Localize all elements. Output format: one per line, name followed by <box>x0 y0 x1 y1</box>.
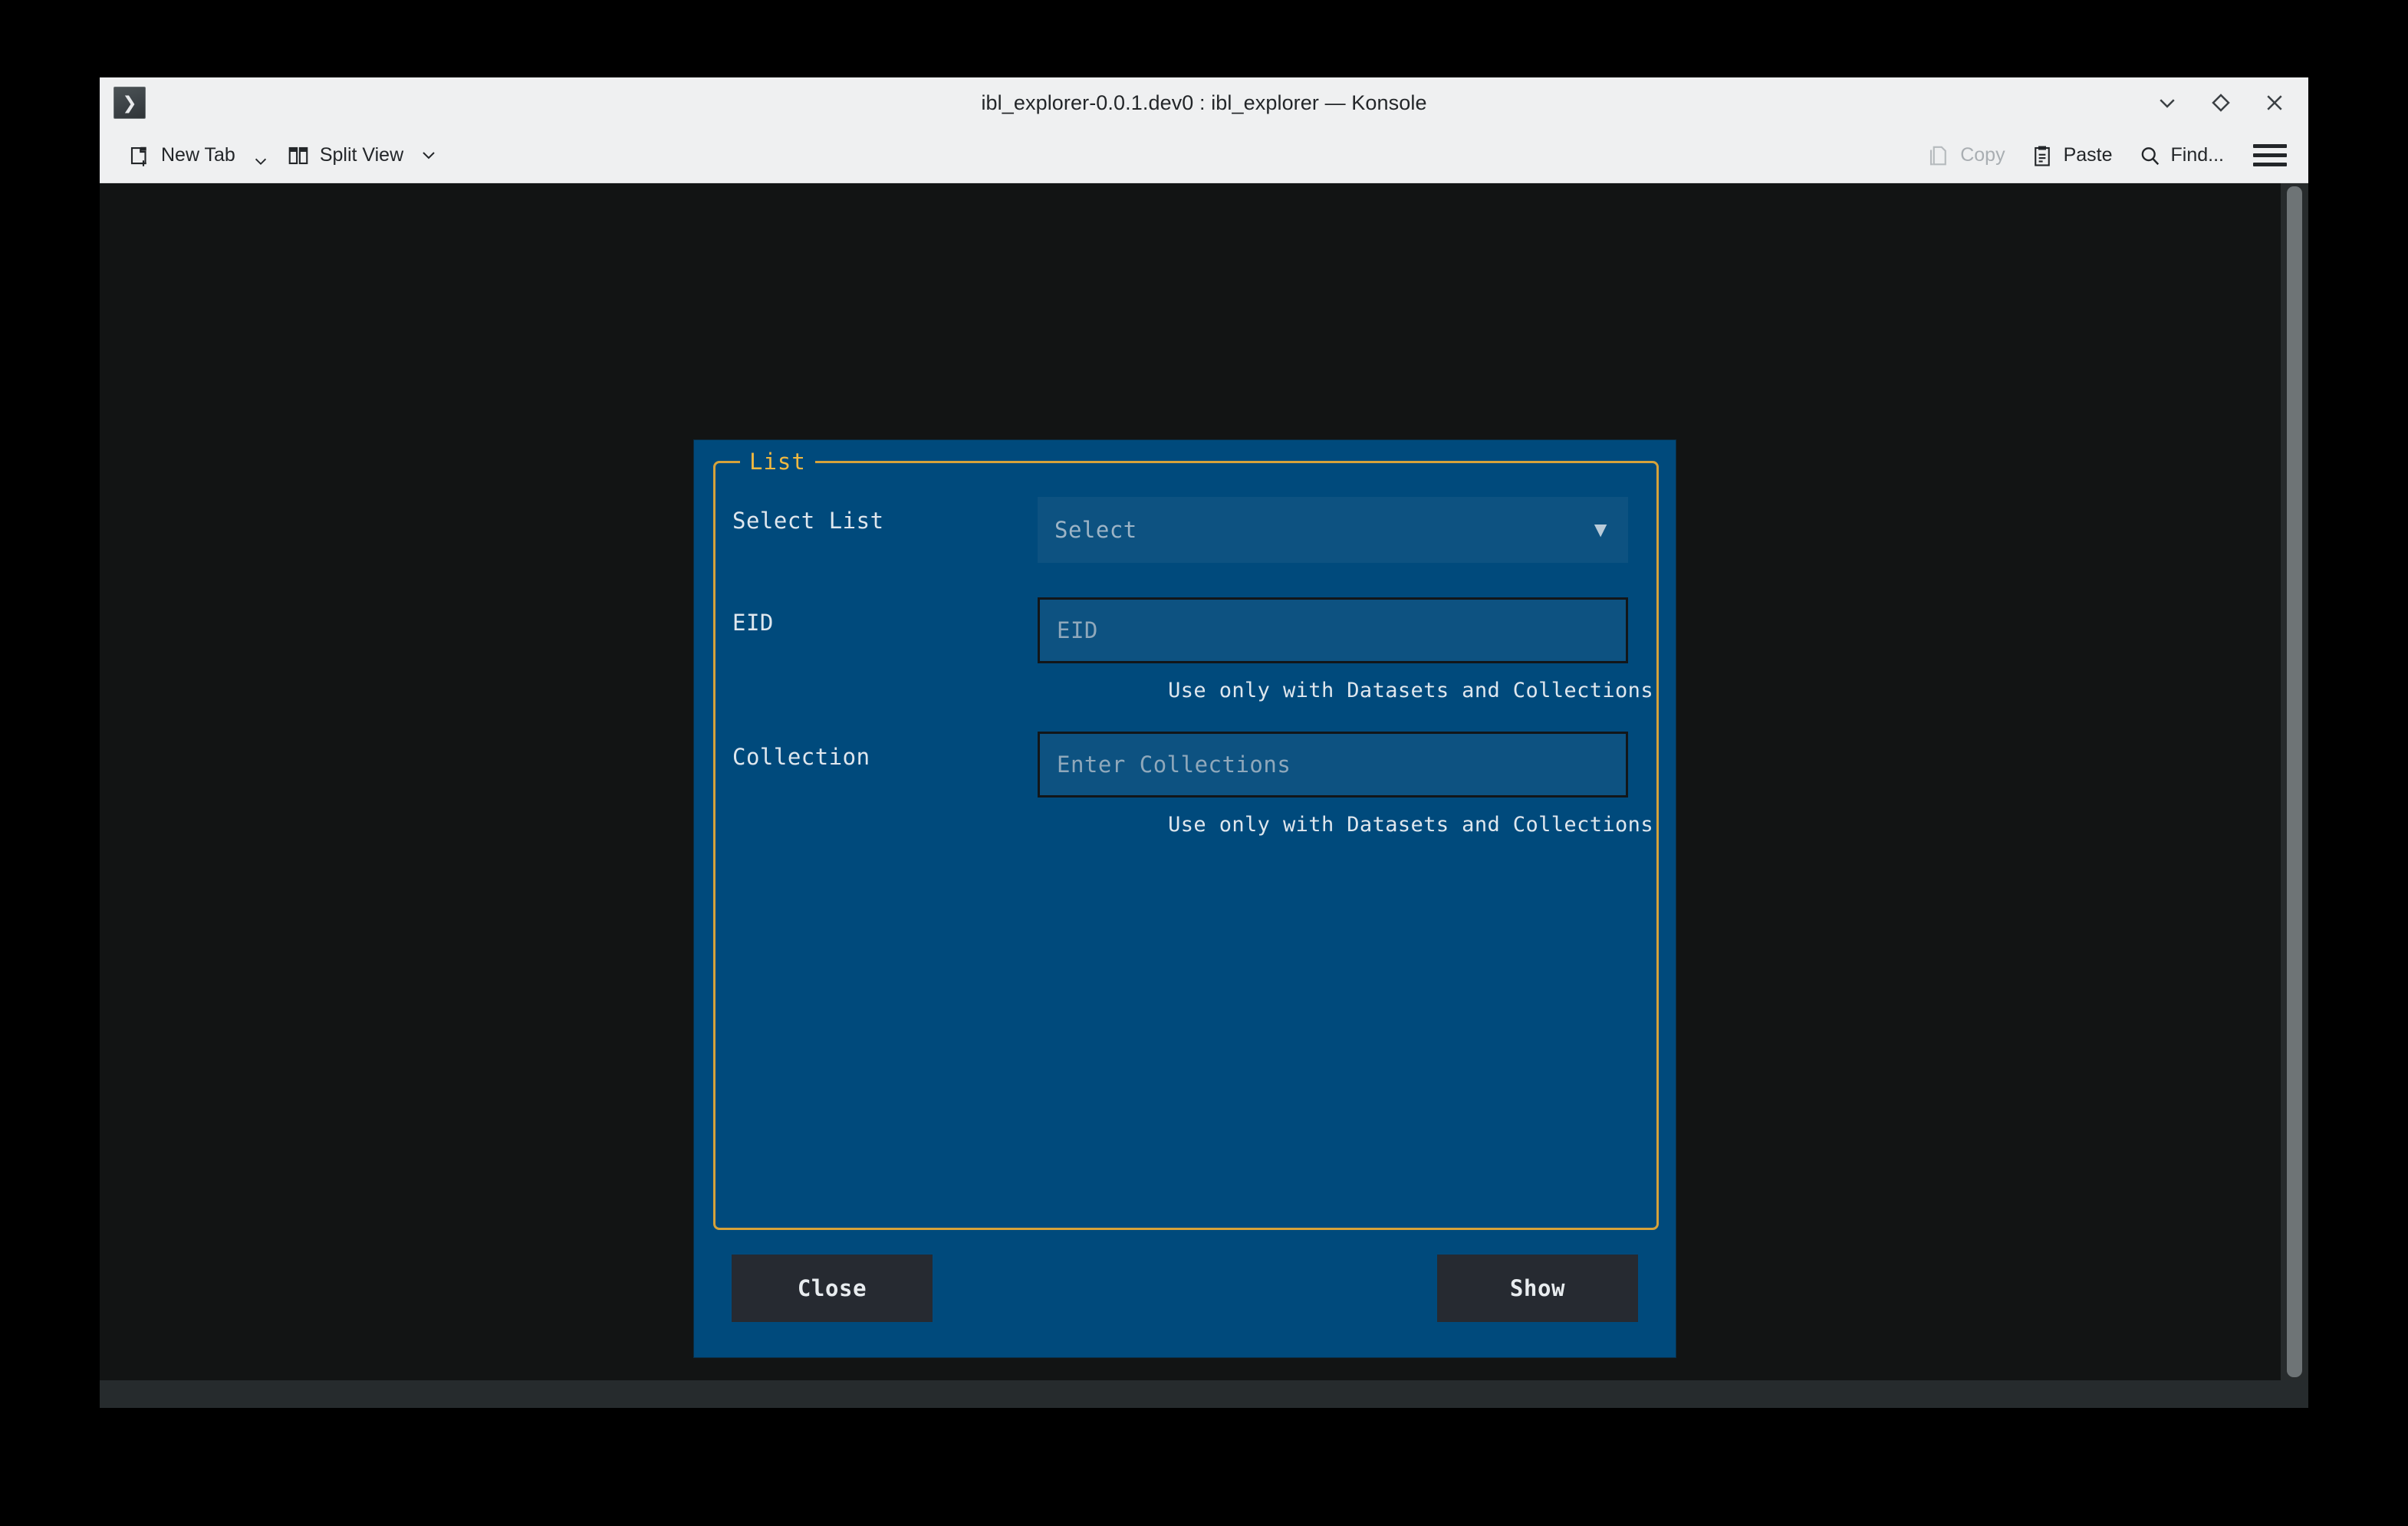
dialog-show-button[interactable]: Show <box>1437 1255 1638 1322</box>
collection-input[interactable]: Enter Collections <box>1038 732 1628 798</box>
list-groupbox: List Select List Select ▼ EID EID Use on… <box>713 446 1659 1230</box>
toolbar-right-group: Copy Paste Find... <box>1916 136 2291 174</box>
window-footer <box>100 1380 2308 1408</box>
select-list-combobox[interactable]: Select ▼ <box>1038 497 1628 563</box>
eid-input[interactable]: EID <box>1038 597 1628 663</box>
paste-button[interactable]: Paste <box>2019 137 2123 174</box>
eid-placeholder: EID <box>1057 617 1098 643</box>
new-tab-button[interactable]: New Tab <box>117 137 246 174</box>
dialog-close-button[interactable]: Close <box>732 1255 933 1322</box>
chevron-down-icon: ▼ <box>1590 518 1611 541</box>
hamburger-bar <box>2253 153 2287 157</box>
chevron-down-icon <box>423 151 435 159</box>
split-view-label: Split View <box>319 144 404 166</box>
copy-button[interactable]: Copy <box>1916 137 2015 174</box>
find-label: Find... <box>2170 144 2224 166</box>
find-button[interactable]: Find... <box>2127 137 2235 174</box>
minimize-button[interactable] <box>2152 87 2183 118</box>
chevron-down-icon <box>255 158 266 165</box>
toolbar-left-group: New Tab Split View <box>117 137 439 174</box>
hamburger-bar <box>2253 163 2287 166</box>
groupbox-title: List <box>740 446 815 478</box>
hamburger-menu-icon[interactable] <box>2248 136 2291 174</box>
list-dialog: List Select List Select ▼ EID EID Use on… <box>694 440 1676 1357</box>
main-toolbar: New Tab Split View Copy Paste Find... <box>100 128 2308 183</box>
window-controls <box>2152 77 2290 128</box>
split-view-icon <box>286 143 311 168</box>
window-title: ibl_explorer-0.0.1.dev0 : ibl_explorer —… <box>981 90 1427 114</box>
new-tab-label: New Tab <box>161 144 235 166</box>
collection-hint: Use only with Datasets and Collections <box>1168 813 1653 837</box>
collection-placeholder: Enter Collections <box>1057 751 1291 778</box>
collection-label: Collection <box>732 744 870 770</box>
scrollbar-thumb[interactable] <box>2287 186 2302 1377</box>
terminal-scrollbar[interactable] <box>2281 183 2308 1380</box>
window-titlebar: ❯ ibl_explorer-0.0.1.dev0 : ibl_explorer… <box>100 77 2308 128</box>
eid-hint: Use only with Datasets and Collections <box>1168 679 1653 702</box>
select-list-row: Select List Select ▼ <box>715 497 1656 597</box>
terminal-prompt-button[interactable]: ❯ <box>113 87 146 119</box>
collection-row: Collection Enter Collections Use only wi… <box>715 732 1656 862</box>
konsole-window: ❯ ibl_explorer-0.0.1.dev0 : ibl_explorer… <box>100 77 2308 1408</box>
maximize-button[interactable] <box>2206 87 2236 118</box>
close-button[interactable] <box>2259 87 2290 118</box>
close-x-icon <box>2267 95 2282 110</box>
paste-icon <box>2030 143 2054 168</box>
new-tab-dropdown-button[interactable] <box>251 142 271 169</box>
split-view-button[interactable]: Split View <box>275 137 414 174</box>
select-list-label: Select List <box>732 508 884 534</box>
copy-icon <box>1926 143 1951 168</box>
new-tab-icon <box>127 143 152 168</box>
terminal-area[interactable]: List Select List Select ▼ EID EID Use on… <box>100 183 2308 1380</box>
paste-label: Paste <box>2063 144 2113 166</box>
select-list-value: Select <box>1054 517 1137 543</box>
diamond-icon <box>2212 94 2230 112</box>
prompt-chevron-icon: ❯ <box>122 92 137 113</box>
eid-label: EID <box>732 610 774 636</box>
chevron-down-icon <box>2160 99 2175 108</box>
hamburger-bar <box>2253 144 2287 148</box>
eid-row: EID EID Use only with Datasets and Colle… <box>715 597 1656 728</box>
copy-label: Copy <box>1960 144 2005 166</box>
split-view-dropdown-button[interactable] <box>419 143 439 169</box>
search-icon <box>2137 143 2162 168</box>
